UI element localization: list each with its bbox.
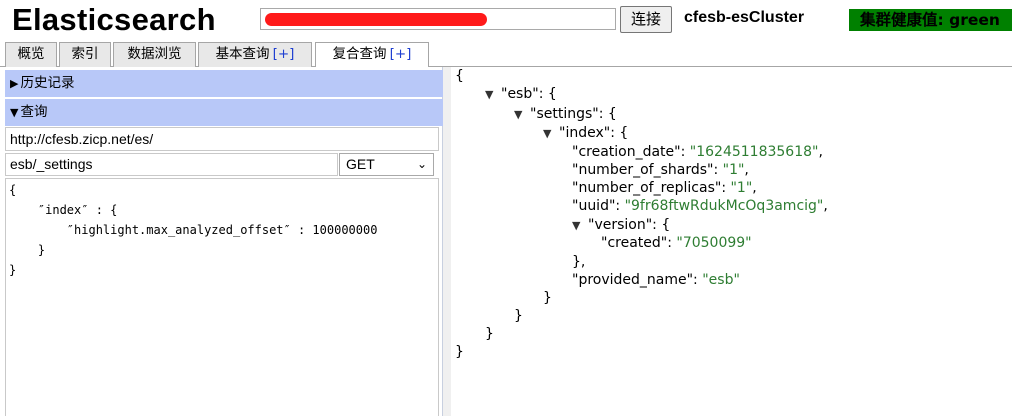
body-line: } <box>9 263 17 277</box>
json-close-root: } <box>455 344 464 360</box>
panel-divider[interactable] <box>443 67 451 416</box>
json-field-creation-date: "creation_date": "1624511835618", <box>572 144 823 160</box>
base-url-input[interactable]: http://cfesb.zicp.net/es/ <box>5 127 439 151</box>
body-line: ″highlight.max_analyzed_offset″ : 100000… <box>9 223 378 237</box>
json-node-settings: ▼ "settings": { <box>514 106 617 124</box>
json-node-index: ▼ "index": { <box>543 125 629 143</box>
collapse-toggle-icon[interactable]: ▼ <box>543 125 559 143</box>
chevron-down-icon: ⌄ <box>416 157 427 171</box>
json-open-brace: { <box>455 68 464 84</box>
query-panel: ▶ 历史记录 ▼ 查询 http://cfesb.zicp.net/es/ esb/… <box>5 67 443 416</box>
cluster-name: cfesb-esCluster <box>684 9 805 26</box>
caret-down-icon: ▼ <box>10 106 19 119</box>
redacted-url <box>265 13 487 26</box>
tab-compound-query[interactable]: 复合查询 [+] <box>315 42 429 68</box>
query-section-header[interactable]: ▼ 查询 <box>5 99 443 126</box>
http-method-select[interactable]: GET ⌄ <box>339 153 434 176</box>
body-line: ″index″ : { <box>9 203 118 217</box>
tab-basic-query[interactable]: 基本查询 [+] <box>198 42 312 67</box>
body-line: { <box>9 183 17 197</box>
json-field-replicas: "number_of_replicas": "1", <box>572 180 757 196</box>
json-close-settings: } <box>514 308 523 324</box>
cluster-url-input[interactable] <box>260 8 616 30</box>
json-node-esb: ▼ "esb": { <box>485 86 557 104</box>
body-line: } <box>9 243 46 257</box>
json-field-provided-name: "provided_name": "esb" <box>572 272 740 288</box>
collapse-toggle-icon[interactable]: ▼ <box>485 86 501 104</box>
tab-basic-query-add[interactable]: [+] <box>273 46 295 62</box>
cluster-health-badge: 集群健康值: green <box>849 9 1012 31</box>
json-field-created: "created": "7050099" <box>601 235 752 251</box>
tab-overview[interactable]: 概览 <box>5 42 57 67</box>
request-body-editor[interactable]: { ″index″ : { ″highlight.max_analyzed_of… <box>5 178 439 416</box>
json-close-version: }, <box>572 254 586 270</box>
json-field-shards: "number_of_shards": "1", <box>572 162 749 178</box>
connect-button[interactable]: 连接 <box>620 6 672 33</box>
collapse-toggle-icon[interactable]: ▼ <box>572 217 588 235</box>
request-path-input[interactable]: esb/_settings <box>5 153 338 176</box>
history-section-header[interactable]: ▶ 历史记录 <box>5 70 443 97</box>
tab-compound-query-add[interactable]: [+] <box>390 46 412 62</box>
json-field-uuid: "uuid": "9fr68ftwRdukMcOq3amcig", <box>572 198 828 214</box>
collapse-toggle-icon[interactable]: ▼ <box>514 106 530 124</box>
app-title: Elasticsearch <box>12 2 216 37</box>
json-close-esb: } <box>485 326 494 342</box>
tab-browser[interactable]: 数据浏览 <box>113 42 196 67</box>
tab-indices[interactable]: 索引 <box>59 42 111 67</box>
json-response-viewer: { ▼ "esb": { ▼ "settings": { ▼ "index": { "… <box>455 67 1005 416</box>
caret-right-icon: ▶ <box>10 77 19 90</box>
tab-bar: 概览 索引 数据浏览 基本查询 [+] 复合查询 [+] <box>0 40 1012 68</box>
json-node-version: ▼ "version": { <box>572 217 671 235</box>
json-close-index: } <box>543 290 552 306</box>
